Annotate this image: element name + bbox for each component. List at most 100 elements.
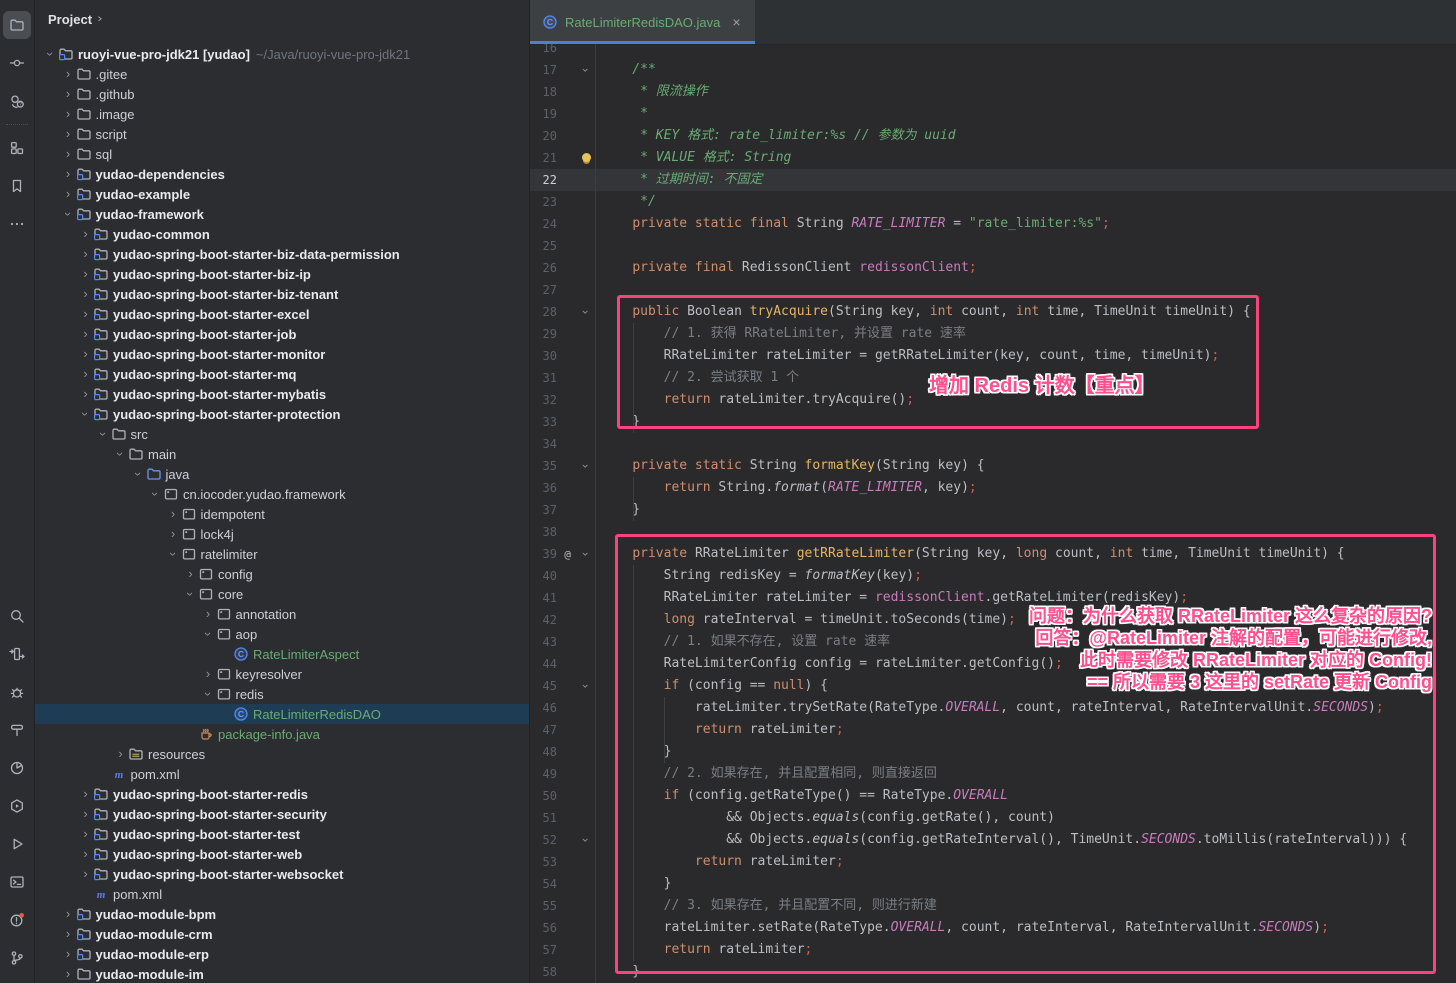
code-line-42[interactable]: 42 long rateInterval = timeUnit.toSecond… [530,609,1456,631]
code-line-32[interactable]: 32 return rateLimiter.tryAcquire(); [530,389,1456,411]
run-icon[interactable] [3,830,31,858]
commit-icon[interactable] [3,49,31,77]
tree-item-ratelimiterredisdao[interactable]: CRateLimiterRedisDAO [35,704,529,724]
chevron-down-icon[interactable] [201,684,216,704]
search-icon[interactable] [3,602,31,630]
chevron-down-icon[interactable] [78,404,93,424]
tree-item-src[interactable]: src [35,424,529,444]
code-line-39[interactable]: 39@› private RRateLimiter getRRateLimite… [530,543,1456,565]
project-icon[interactable] [3,11,31,39]
tree-item-yudao-dependencies[interactable]: yudao-dependencies [35,164,529,184]
git-branch-icon[interactable] [3,944,31,972]
chevron-right-icon[interactable] [78,384,93,404]
chevron-right-icon[interactable] [61,944,76,964]
services-icon[interactable] [3,792,31,820]
code-line-47[interactable]: 47 return rateLimiter; [530,719,1456,741]
tree-item-yudao-module-bpm[interactable]: yudao-module-bpm [35,904,529,924]
tree-item-annotation[interactable]: annotation [35,604,529,624]
chevron-right-icon[interactable] [78,344,93,364]
code-line-46[interactable]: 46 rateLimiter.trySetRate(RateType.OVERA… [530,697,1456,719]
close-icon[interactable]: × [728,13,744,31]
chevron-down-icon[interactable] [61,204,76,224]
run-configurations-icon[interactable] [3,640,31,668]
chevron-right-icon[interactable] [78,244,93,264]
tree-item-resources[interactable]: resources [35,744,529,764]
fold-chevron-icon[interactable]: › [578,679,594,693]
tree-item-config[interactable]: config [35,564,529,584]
code-line-24[interactable]: 24 private static final String RATE_LIMI… [530,213,1456,235]
tab-ratelimiterredisdao[interactable]: C RateLimiterRedisDAO.java × [530,0,755,44]
tree-item--github[interactable]: .github [35,84,529,104]
code-line-58[interactable]: 58 } [530,961,1456,983]
fold-chevron-icon[interactable]: › [578,833,594,847]
tree-item-main[interactable]: main [35,444,529,464]
tree-item-cn-iocoder-yudao-framework[interactable]: cn.iocoder.yudao.framework [35,484,529,504]
tree-item-aop[interactable]: aop [35,624,529,644]
terminal-icon[interactable] [3,868,31,896]
build-icon[interactable] [3,716,31,744]
code-line-52[interactable]: 52› && Objects.equals(config.getRateInte… [530,829,1456,851]
problems-icon[interactable] [3,906,31,934]
chevron-down-icon[interactable] [43,44,58,64]
debug-icon[interactable] [3,678,31,706]
code-line-40[interactable]: 40 String redisKey = formatKey(key); [530,565,1456,587]
tree-item-pom-xml[interactable]: mpom.xml [35,884,529,904]
code-line-36[interactable]: 36 return String.format(RATE_LIMITER, ke… [530,477,1456,499]
tree-item-yudao-spring-boot-starter-biz-tenant[interactable]: yudao-spring-boot-starter-biz-tenant [35,284,529,304]
code-line-45[interactable]: 45› if (config == null) { [530,675,1456,697]
fold-chevron-icon[interactable]: › [578,459,594,473]
chevron-down-icon[interactable] [201,624,216,644]
chevron-right-icon[interactable] [78,284,93,304]
fold-chevron-icon[interactable]: › [578,547,594,561]
chevron-right-icon[interactable] [78,364,93,384]
code-line-21[interactable]: 21 * VALUE 格式: String [530,147,1456,169]
tree-item-yudao-spring-boot-starter-monitor[interactable]: yudao-spring-boot-starter-monitor [35,344,529,364]
code-line-16[interactable]: 16 [530,44,1456,59]
chevron-down-icon[interactable] [148,484,163,504]
tree-item-ratelimiteraspect[interactable]: CRateLimiterAspect [35,644,529,664]
tree-item-yudao-spring-boot-starter-redis[interactable]: yudao-spring-boot-starter-redis [35,784,529,804]
code-line-30[interactable]: 30 RRateLimiter rateLimiter = getRRateLi… [530,345,1456,367]
chevron-right-icon[interactable] [61,104,76,124]
fold-chevron-icon[interactable]: › [578,63,594,77]
tree-item-yudao-spring-boot-starter-excel[interactable]: yudao-spring-boot-starter-excel [35,304,529,324]
code-line-55[interactable]: 55 // 3. 如果存在, 并且配置不同, 则进行新建 [530,895,1456,917]
code-line-43[interactable]: 43 // 1. 如果不存在, 设置 rate 速率 [530,631,1456,653]
chevron-right-icon[interactable] [183,564,198,584]
code-line-48[interactable]: 48 } [530,741,1456,763]
tree-item-idempotent[interactable]: idempotent [35,504,529,524]
pull-requests-icon[interactable]: ? [3,87,31,115]
tree-item-yudao-framework[interactable]: yudao-framework [35,204,529,224]
more-tools-icon[interactable] [3,210,31,238]
tree-item-script[interactable]: script [35,124,529,144]
structure-icon[interactable] [3,134,31,162]
chevron-right-icon[interactable] [78,824,93,844]
code-line-27[interactable]: 27 [530,279,1456,301]
code-line-22[interactable]: 22 * 过期时间: 不固定 [530,169,1456,191]
tree-item-yudao-module-erp[interactable]: yudao-module-erp [35,944,529,964]
bookmarks-icon[interactable] [3,172,31,200]
chevron-right-icon[interactable] [61,904,76,924]
code-line-34[interactable]: 34 [530,433,1456,455]
tree-item-yudao-spring-boot-starter-mq[interactable]: yudao-spring-boot-starter-mq [35,364,529,384]
chevron-right-icon[interactable] [166,504,181,524]
chevron-right-icon[interactable] [61,124,76,144]
chevron-right-icon[interactable] [201,664,216,684]
tree-item-yudao-example[interactable]: yudao-example [35,184,529,204]
code-line-41[interactable]: 41 RRateLimiter rateLimiter = redissonCl… [530,587,1456,609]
code-line-19[interactable]: 19 * [530,103,1456,125]
code-line-53[interactable]: 53 return rateLimiter; [530,851,1456,873]
code-line-25[interactable]: 25 [530,235,1456,257]
tree-item-package-info-java[interactable]: package-info.java [35,724,529,744]
code-line-29[interactable]: 29 // 1. 获得 RRateLimiter, 并设置 rate 速率 [530,323,1456,345]
tree-item-ratelimiter[interactable]: ratelimiter [35,544,529,564]
tree-item-core[interactable]: core [35,584,529,604]
code-line-37[interactable]: 37 } [530,499,1456,521]
tree-item--gitee[interactable]: .gitee [35,64,529,84]
tree-item-yudao-spring-boot-starter-biz-data-permission[interactable]: yudao-spring-boot-starter-biz-data-permi… [35,244,529,264]
code-line-20[interactable]: 20 * KEY 格式: rate_limiter:%s // 参数为 uuid [530,125,1456,147]
code-line-18[interactable]: 18 * 限流操作 [530,81,1456,103]
chevron-right-icon[interactable] [61,84,76,104]
chevron-right-icon[interactable] [78,304,93,324]
chevron-right-icon[interactable] [78,224,93,244]
